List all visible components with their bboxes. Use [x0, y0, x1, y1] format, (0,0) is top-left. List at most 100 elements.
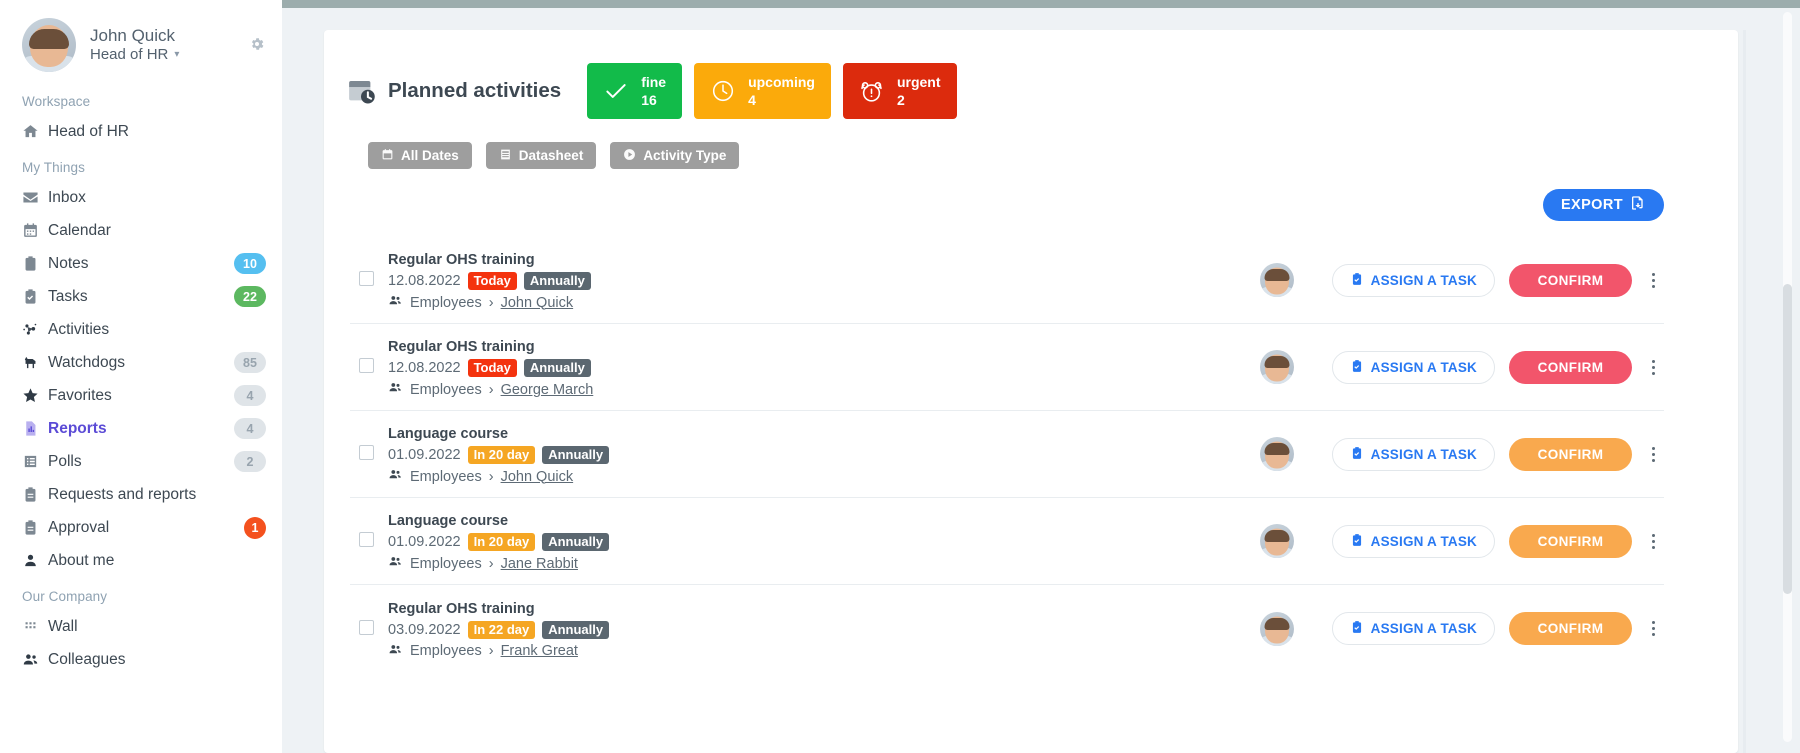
table-row[interactable]: Regular OHS training 12.08.2022 Today An… [350, 324, 1664, 411]
person-link[interactable]: John Quick [501, 295, 574, 311]
people-icon [388, 380, 403, 399]
sidebar-item-requests-and-reports[interactable]: Requests and reports [0, 478, 282, 511]
sidebar-item-polls[interactable]: Polls 2 [0, 445, 282, 478]
row-menu-icon[interactable] [1642, 439, 1664, 469]
person-link[interactable]: John Quick [501, 469, 574, 485]
chevron-down-icon[interactable]: ▾ [174, 49, 179, 62]
assign-task-label: ASSIGN A TASK [1370, 533, 1477, 549]
status-pill: In 22 day [467, 620, 536, 639]
confirm-button[interactable]: CONFIRM [1509, 263, 1632, 297]
sidebar-item-label: Activities [48, 320, 110, 338]
person-icon [22, 552, 48, 569]
calendar-icon [22, 222, 48, 239]
profile-role[interactable]: Head of HR ▾ [90, 46, 179, 65]
status-badge-fine[interactable]: fine 16 [587, 63, 683, 119]
row-checkbox[interactable] [359, 358, 374, 373]
person-link[interactable]: Frank Great [501, 643, 578, 659]
page-scrollbar[interactable] [1783, 12, 1792, 742]
sidebar-item-label: Colleagues [48, 650, 126, 668]
profile-block[interactable]: John Quick Head of HR ▾ [0, 0, 282, 82]
activity-title: Regular OHS training [388, 339, 535, 355]
card-header: Planned activities fine 16 upcoming 4 ur… [324, 30, 1738, 122]
filter-all-dates[interactable]: All Dates [368, 142, 472, 169]
frequency-pill: Annually [542, 620, 610, 639]
sidebar-item-colleagues[interactable]: Colleagues [0, 643, 282, 676]
status-badge-urgent[interactable]: urgent 2 [842, 63, 957, 119]
calendar-clock-icon [346, 76, 376, 106]
app-screen: John Quick Head of HR ▾ Workspace Head o… [0, 0, 1800, 753]
frequency-pill: Annually [542, 446, 610, 464]
row-checkbox[interactable] [359, 619, 374, 635]
sidebar-item-label: Calendar [48, 221, 111, 239]
row-menu-icon[interactable] [1642, 352, 1664, 382]
status-pill: Today [467, 359, 517, 377]
row-menu-icon[interactable] [1642, 265, 1664, 295]
assign-task-button[interactable]: ASSIGN A TASK [1331, 263, 1495, 297]
assign-task-button[interactable]: ASSIGN A TASK [1331, 350, 1495, 384]
export-button-label: EXPORT [1560, 197, 1623, 213]
filter-bar: All Dates Datasheet Activity Type [324, 122, 1738, 169]
status-badge-upcoming[interactable]: upcoming 4 [694, 63, 831, 119]
envelope-icon [22, 189, 48, 206]
filter-datasheet[interactable]: Datasheet [485, 142, 597, 169]
confirm-button[interactable]: CONFIRM [1509, 524, 1632, 558]
status-pill: In 20 day [467, 446, 536, 464]
sidebar-item-reports[interactable]: Reports 4 [0, 412, 282, 445]
sidebar-item-watchdogs[interactable]: Watchdogs 85 [0, 346, 282, 379]
sidebar-item-notes[interactable]: Notes 10 [0, 247, 282, 280]
sidebar-item-head-of-hr[interactable]: Head of HR [0, 115, 282, 148]
sidebar: John Quick Head of HR ▾ Workspace Head o… [0, 0, 282, 753]
table-row[interactable]: Language course 01.09.2022 In 20 day Ann… [350, 411, 1664, 498]
sidebar-item-calendar[interactable]: Calendar [0, 214, 282, 247]
export-button[interactable]: EXPORT [1542, 189, 1664, 221]
sidebar-item-wall[interactable]: Wall [0, 610, 282, 643]
gear-icon[interactable] [248, 36, 266, 54]
avatar [1259, 263, 1294, 297]
clock-icon [708, 78, 738, 104]
row-menu-icon[interactable] [1642, 526, 1664, 556]
alarm-icon [857, 78, 887, 105]
check-icon [601, 78, 631, 104]
assign-task-button[interactable]: ASSIGN A TASK [1331, 524, 1495, 558]
sidebar-item-inbox[interactable]: Inbox [0, 181, 282, 214]
table-row[interactable]: Regular OHS training 03.09.2022 In 22 da… [350, 585, 1664, 672]
assign-task-button[interactable]: ASSIGN A TASK [1331, 437, 1495, 471]
report-chart-icon [22, 420, 48, 437]
sidebar-item-about-me[interactable]: About me [0, 544, 282, 577]
clipboard-icon [22, 486, 48, 503]
page-scrollbar-thumb[interactable] [1783, 284, 1792, 594]
confirm-button[interactable]: CONFIRM [1509, 350, 1632, 384]
sidebar-badge-notes: 10 [234, 253, 266, 274]
confirm-button[interactable]: CONFIRM [1509, 612, 1632, 645]
filter-activity-type[interactable]: Activity Type [610, 142, 740, 169]
star-icon [22, 387, 48, 404]
sidebar-badge-reports: 4 [234, 418, 266, 439]
grid-dots-icon [22, 618, 48, 635]
table-row[interactable]: Regular OHS training 12.08.2022 Today An… [350, 237, 1664, 324]
datasheet-icon [499, 148, 512, 164]
assign-task-button[interactable]: ASSIGN A TASK [1331, 612, 1495, 645]
export-file-icon [1630, 195, 1646, 215]
row-checkbox[interactable] [359, 271, 374, 286]
confirm-button[interactable]: CONFIRM [1509, 437, 1632, 471]
sidebar-item-tasks[interactable]: Tasks 22 [0, 280, 282, 313]
row-menu-icon[interactable] [1642, 614, 1664, 644]
filter-label: All Dates [401, 148, 459, 163]
sidebar-item-activities[interactable]: Activities [0, 313, 282, 346]
profile-name: John Quick [90, 26, 176, 45]
group-label: Employees [410, 294, 482, 311]
clipboard-check-icon [1350, 533, 1364, 550]
row-checkbox[interactable] [359, 532, 374, 547]
activity-title: Language course [388, 513, 509, 529]
activity-date: 12.08.2022 [388, 360, 461, 376]
row-checkbox[interactable] [359, 445, 374, 460]
activity-date: 03.09.2022 [388, 621, 461, 638]
sidebar-item-favorites[interactable]: Favorites 4 [0, 379, 282, 412]
people-icon [22, 651, 48, 668]
sidebar-item-approval[interactable]: Approval 1 [0, 511, 282, 544]
person-link[interactable]: Jane Rabbit [501, 556, 578, 572]
person-link[interactable]: George March [501, 382, 594, 398]
table-row[interactable]: Language course 01.09.2022 In 20 day Ann… [350, 498, 1664, 585]
avatar [1259, 524, 1294, 558]
sidebar-item-label: Polls [48, 452, 82, 470]
